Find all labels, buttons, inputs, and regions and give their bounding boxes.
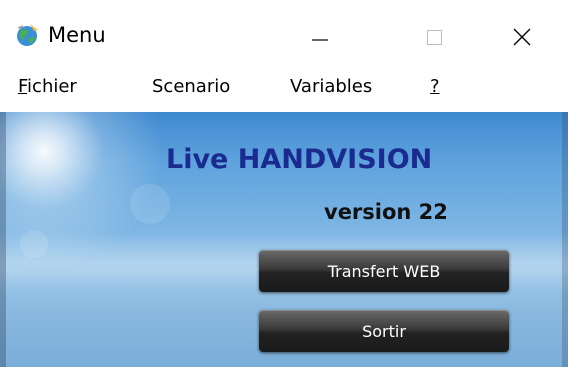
left-border bbox=[0, 112, 6, 367]
maximize-icon bbox=[427, 30, 442, 45]
menu-help[interactable]: ? bbox=[426, 74, 444, 100]
maximize-button[interactable] bbox=[405, 8, 465, 64]
main-panel: Live HANDVISION version 22 Transfert WEB… bbox=[0, 112, 568, 367]
menu-fichier[interactable]: Fichier bbox=[14, 74, 81, 100]
app-globe-icon[interactable] bbox=[14, 22, 40, 48]
window-title: Menu bbox=[48, 23, 106, 47]
sortir-button[interactable]: Sortir bbox=[259, 310, 509, 352]
title-bar: Menu bbox=[0, 0, 568, 64]
minimize-icon bbox=[312, 39, 328, 41]
minimize-button[interactable] bbox=[290, 8, 350, 64]
right-border bbox=[562, 112, 568, 367]
menu-variables[interactable]: Variables bbox=[286, 74, 376, 100]
menu-scenario[interactable]: Scenario bbox=[148, 74, 234, 100]
app-title: Live HANDVISION bbox=[166, 144, 433, 175]
app-version: version 22 bbox=[324, 200, 448, 224]
close-button[interactable] bbox=[492, 8, 552, 64]
bokeh-light bbox=[20, 230, 48, 258]
app-window: Menu Fichier Scenario Variables ? Live H… bbox=[0, 0, 568, 367]
transfert-web-button[interactable]: Transfert WEB bbox=[259, 250, 509, 292]
bokeh-light bbox=[130, 184, 170, 224]
menu-bar: Fichier Scenario Variables ? bbox=[0, 64, 568, 112]
close-icon bbox=[513, 28, 531, 46]
